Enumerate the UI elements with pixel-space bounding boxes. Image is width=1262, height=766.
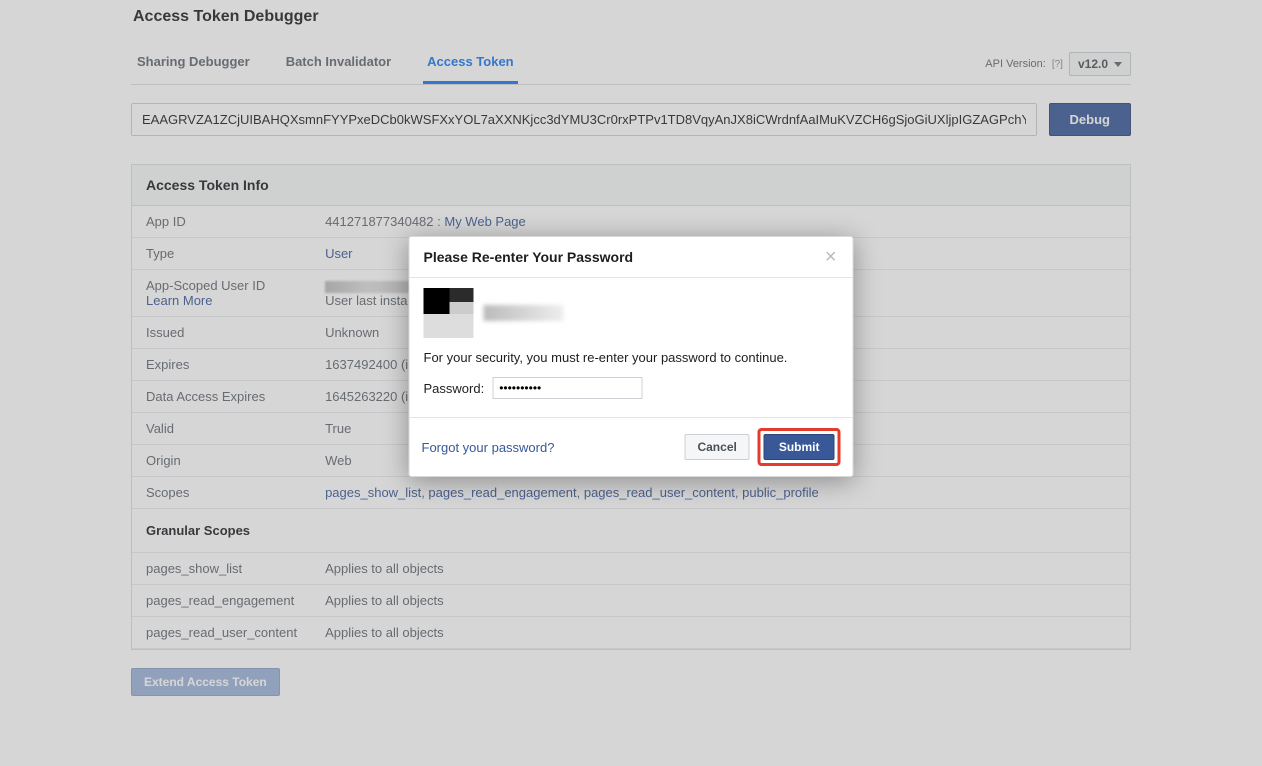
- avatar: [424, 288, 474, 338]
- password-input[interactable]: [492, 377, 642, 399]
- password-label: Password:: [424, 381, 485, 396]
- modal-message: For your security, you must re-enter you…: [424, 350, 839, 365]
- password-modal: Please Re-enter Your Password × For your…: [409, 236, 854, 477]
- cancel-button[interactable]: Cancel: [684, 434, 749, 460]
- forgot-password-link[interactable]: Forgot your password?: [422, 440, 685, 455]
- modal-title: Please Re-enter Your Password: [424, 249, 823, 265]
- submit-highlight: Submit: [758, 428, 841, 466]
- redacted-user-name: [484, 305, 564, 321]
- close-icon[interactable]: ×: [823, 250, 839, 264]
- submit-button[interactable]: Submit: [764, 434, 835, 460]
